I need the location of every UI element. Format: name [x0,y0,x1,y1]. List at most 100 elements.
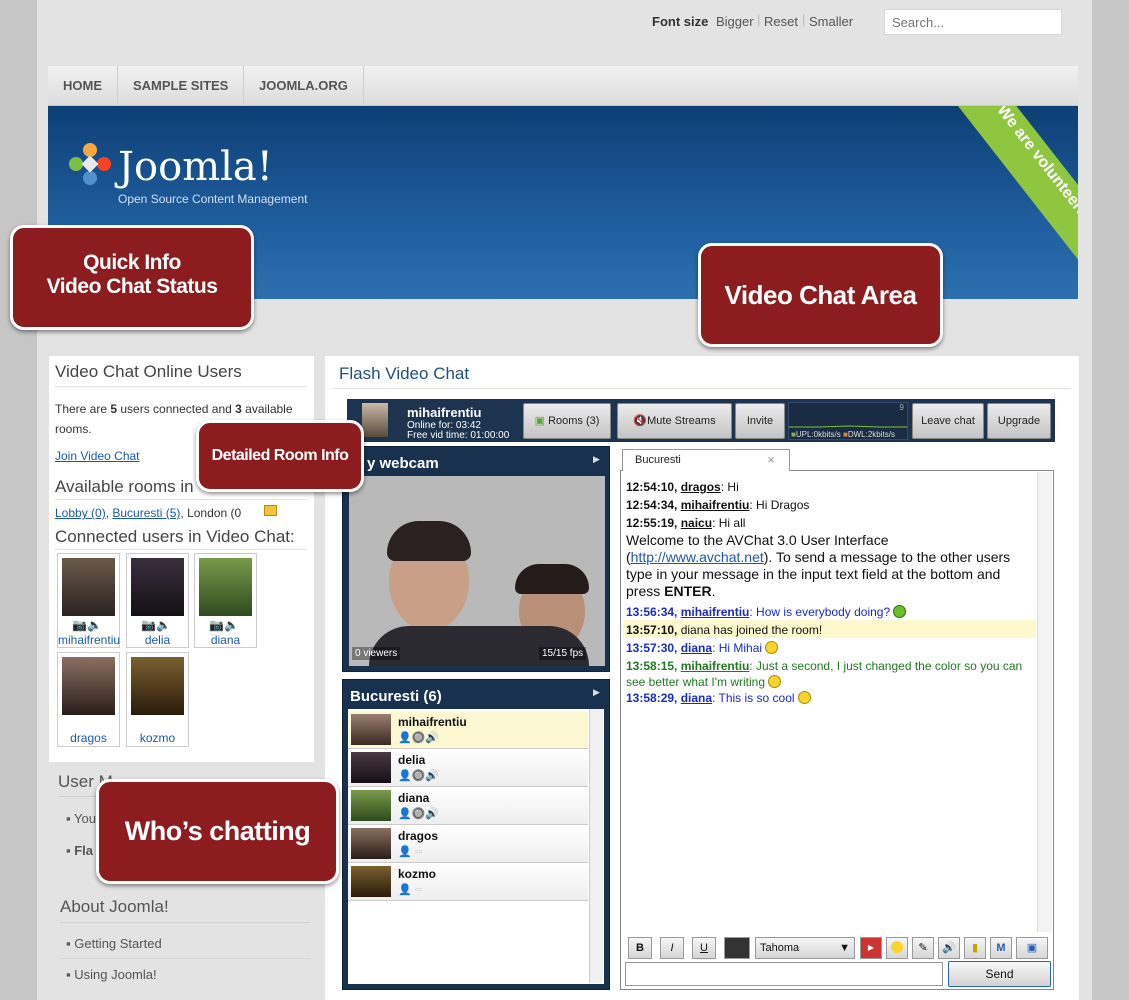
avatar [351,828,391,859]
msg-time: 12:55:19, [626,516,678,530]
avatar [131,558,184,616]
msg-user[interactable]: diana [681,691,712,705]
nav-sample-sites[interactable]: SAMPLE SITES [118,66,245,106]
list-item[interactable]: kozmo 👤 ▫▫ [348,863,588,901]
list-item[interactable]: dragos 👤 ▫▫ [348,825,588,863]
font-smaller-link[interactable]: Smaller [809,14,853,29]
panel-arrow-icon[interactable]: ▶ [593,454,600,465]
upgrade-button[interactable]: Upgrade [987,403,1051,439]
room-panel-title: Bucuresti (6) [350,688,442,705]
msg-text: : Hi Mihai [712,641,763,655]
chat-message: 12:55:19, naicu: Hi all [626,515,745,531]
invite-button[interactable]: Invite [735,403,785,439]
font-bigger-link[interactable]: Bigger [716,14,754,29]
skin-icon[interactable]: ▣ [1016,937,1048,959]
room-lobby-link[interactable]: Lobby (0) [55,506,106,520]
tab-bucuresti[interactable]: Bucuresti × [622,449,790,471]
msg-time: 13:58:15, [626,659,678,673]
list-item[interactable]: diana 👤🔘🔊 [348,787,588,825]
user-menu-item[interactable]: ▪ You [66,811,96,826]
color-picker-button[interactable] [724,937,750,959]
msg-user[interactable]: mihaifrentiu [681,498,750,512]
user-thumb[interactable]: 📷🔈 delia [126,553,189,648]
user-name: dragos [70,731,107,745]
avatar [199,558,252,616]
avatar [351,790,391,821]
bold-button[interactable]: B [628,937,652,959]
user-thumb[interactable]: 📷🔈 mihaifrentiu [57,553,120,648]
joomla-tagline: Open Source Content Management [118,192,308,206]
msg-user[interactable]: diana [681,641,712,655]
rooms-button[interactable]: ▣ Rooms (3) [523,403,611,439]
flash-chat-title: Flash Video Chat [339,364,470,383]
person-hair [515,564,589,594]
panel-arrow-icon[interactable]: ▶ [593,687,600,698]
about-item-getting-started[interactable]: ▪ Getting Started [66,936,162,951]
divider [60,922,310,923]
msg-text: : How is everybody doing? [749,605,891,619]
underline-button[interactable]: U [692,937,716,959]
about-item-label: Using Joomla! [74,967,157,982]
avatar [351,714,391,745]
msg-time: 13:57:10, [626,623,678,637]
italic-button[interactable]: I [660,937,684,959]
msg-user[interactable]: naicu [681,516,712,530]
rooms-list: Lobby (0), Bucuresti (5), London (0 [55,506,242,520]
mail-icon[interactable]: M [990,937,1012,959]
msg-text: diana has joined the room! [680,623,823,637]
leave-chat-button[interactable]: Leave chat [912,403,984,439]
msg-user[interactable]: mihaifrentiu [681,605,750,619]
font-reset-link[interactable]: Reset [764,14,798,29]
room-user-name: delia [398,753,426,767]
room-bucuresti-link[interactable]: Bucuresti (5) [112,506,180,520]
list-item[interactable]: mihaifrentiu 👤🔘🔊 [348,711,588,749]
bandwidth-readout: ■UPL:0kbits/s ■DWL:2kbits/s [791,430,895,439]
user-thumb[interactable]: 📷🔈 diana [194,553,257,648]
free-vid-time: Free vid time: 01:00:00 [407,430,510,441]
nav-joomla-org[interactable]: JOOMLA.ORG [244,66,364,106]
chat-message: 13:58:15, mihaifrentiu: Just a second, I… [626,658,1031,690]
main-nav: HOME SAMPLE SITES JOOMLA.ORG [48,66,1078,106]
close-icon[interactable]: × [767,452,775,467]
emoticons-icon[interactable] [886,937,908,959]
msg-user[interactable]: mihaifrentiu [681,659,750,673]
status-mid: users connected and [117,402,236,416]
message-input[interactable] [625,962,943,986]
rooms-count: 3 [235,402,242,416]
notes-icon[interactable]: ▮ [964,937,986,959]
nav-home[interactable]: HOME [48,66,118,106]
callout-whos-chatting: Who’s chatting [96,779,339,884]
sound-icon[interactable]: 🔊 [938,937,960,959]
bandwidth-graph: 9 ■UPL:0kbits/s ■DWL:2kbits/s [788,402,908,440]
chat-message: 13:57:30, diana: Hi Mihai [626,640,779,656]
msg-time: 13:56:34, [626,605,678,619]
clear-icon[interactable]: ✎ [912,937,934,959]
room-users-list: mihaifrentiu 👤🔘🔊 delia 👤🔘🔊 diana 👤🔘🔊 dra… [348,709,604,984]
users-scrollbar[interactable] [589,709,603,983]
youtube-icon[interactable]: ▶ [860,937,882,959]
search-input[interactable] [884,9,1062,35]
smile-emoticon-icon [765,641,779,654]
separator: | [757,12,761,27]
avchat-link[interactable]: http://www.avchat.net [631,549,764,565]
toolbar-username: mihaifrentiu [407,405,482,420]
cam-mic-icons: 📷🔈 [141,618,171,632]
mute-streams-button[interactable]: 🔇Mute Streams [617,403,732,439]
user-thumb[interactable]: dragos [57,652,120,747]
user-thumb[interactable]: kozmo [126,652,189,747]
about-item-using-joomla[interactable]: ▪ Using Joomla! [66,967,157,982]
list-item[interactable]: delia 👤🔘🔊 [348,749,588,787]
callout-video-chat-area: Video Chat Area [698,243,943,347]
send-button[interactable]: Send [948,961,1051,987]
msg-user[interactable]: dragos [681,480,721,494]
dwl-value: DWL:2kbits/s [847,430,895,439]
viewers-count: 0 viewers [352,647,401,660]
chat-tab-label: Bucuresti [635,454,681,466]
bandwidth-line [789,425,907,428]
join-video-chat-link[interactable]: Join Video Chat [55,449,140,463]
font-select[interactable]: Tahoma ▼ [755,937,855,959]
my-avatar [362,403,388,437]
room-info-icon[interactable] [264,505,277,516]
user-menu-item[interactable]: ▪ Fla [66,843,93,858]
chat-scrollbar[interactable] [1037,472,1052,932]
